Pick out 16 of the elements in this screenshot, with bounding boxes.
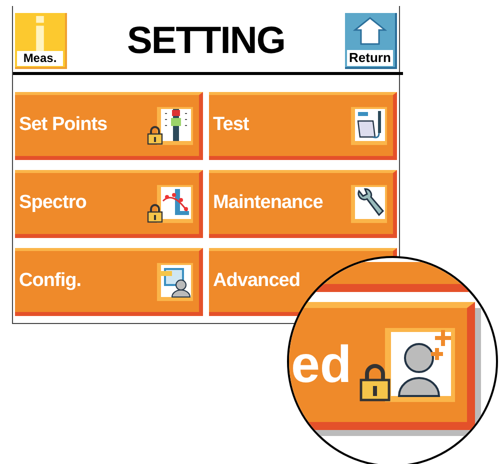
menu-tile[interactable]: Spectro	[15, 170, 203, 238]
home-icon	[353, 16, 387, 46]
measure-button[interactable]: Meas.	[15, 13, 67, 69]
analyzer-icon	[353, 106, 387, 142]
menu-tile[interactable]: Set Points	[15, 92, 203, 160]
person-monitor-icon	[159, 262, 193, 298]
menu-tile[interactable]: Maintenance	[209, 170, 397, 238]
tile-label-magnified: ed	[291, 339, 352, 391]
return-button[interactable]: Return	[345, 13, 397, 69]
wrench-icon	[353, 184, 387, 220]
screen-title: SETTING	[126, 22, 286, 60]
menu-tile[interactable]: Test	[209, 92, 397, 160]
info-icon	[33, 16, 47, 51]
spectrum-icon	[159, 184, 193, 220]
slider-icon	[159, 106, 193, 142]
menu-tile[interactable]: Config.	[15, 248, 203, 316]
